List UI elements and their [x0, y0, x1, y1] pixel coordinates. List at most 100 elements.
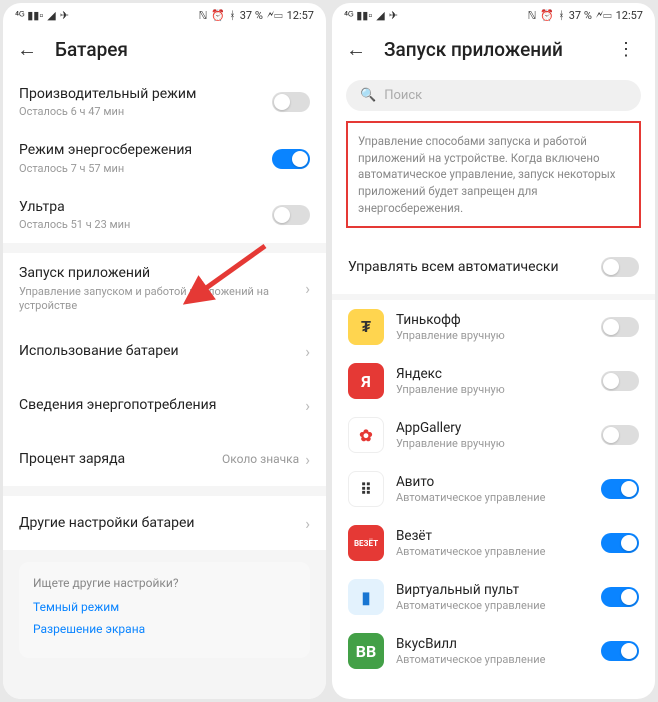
app-sub: Автоматическое управление [396, 653, 601, 666]
app-sub: Автоматическое управление [396, 491, 601, 504]
app-launch-screen: ⁴ᴳ ▮▮▫ ◢ ✈ ℕ ⏰ ᚼ 37 % 🗲▭ 12:57 ← Запуск … [332, 3, 655, 699]
status-left: ⁴ᴳ ▮▮▫ ◢ ✈ [15, 9, 69, 22]
app-icon: Я [348, 363, 384, 399]
chevron-right-icon: › [305, 342, 310, 361]
nfc-icon: ℕ [528, 9, 537, 22]
app-toggle[interactable] [601, 587, 639, 607]
alarm-icon: ⏰ [540, 9, 554, 22]
app-sub: Управление вручную [396, 383, 601, 396]
launch-title: Запуск приложений [19, 264, 299, 282]
description-highlight: Управление способами запуска и работой п… [346, 121, 641, 228]
back-icon[interactable]: ← [17, 37, 37, 62]
percent-value: Около значка [222, 452, 299, 466]
search-input[interactable]: 🔍 Поиск [346, 80, 641, 111]
app-icon: ₮ [348, 309, 384, 345]
ultra-title: Ультра [19, 198, 272, 216]
battery-icon: 🗲▭ [267, 8, 283, 22]
other-row[interactable]: Другие настройки батареи › [3, 496, 326, 550]
perf-toggle[interactable] [272, 92, 310, 112]
content: Производительный режим Осталось 6 ч 47 м… [3, 74, 326, 699]
bluetooth-icon: ᚼ [558, 9, 565, 22]
ultra-toggle[interactable] [272, 205, 310, 225]
signal-icon: ⁴ᴳ ▮▮▫ [344, 9, 372, 22]
perf-sub: Осталось 6 ч 47 мин [19, 105, 272, 119]
app-toggle[interactable] [601, 533, 639, 553]
details-title: Сведения энергопотребления [19, 396, 299, 414]
status-bar: ⁴ᴳ ▮▮▫ ◢ ✈ ℕ ⏰ ᚼ 37 % 🗲▭ 12:57 [3, 3, 326, 27]
info-box: Ищете другие настройки? Темный режим Раз… [19, 562, 310, 658]
app-row[interactable]: ✿ AppGalleryУправление вручную [332, 408, 655, 462]
status-left: ⁴ᴳ ▮▮▫ ◢ ✈ [344, 9, 398, 22]
app-sub: Управление вручную [396, 329, 601, 342]
app-name: Тинькофф [396, 312, 601, 328]
wifi-icon: ◢ [47, 9, 55, 22]
app-icon: ✿ [348, 417, 384, 453]
auto-all-title: Управлять всем автоматически [348, 258, 601, 276]
app-row[interactable]: Я ЯндексУправление вручную [332, 354, 655, 408]
app-row[interactable]: ₮ ТинькоффУправление вручную [332, 300, 655, 354]
nfc-icon: ℕ [199, 9, 208, 22]
app-icon: ВВ [348, 633, 384, 669]
app-launch-row[interactable]: Запуск приложений Управление запуском и … [3, 253, 326, 324]
clock: 12:57 [616, 9, 643, 22]
info-question: Ищете другие настройки? [33, 576, 296, 590]
app-toggle[interactable] [601, 317, 639, 337]
app-row[interactable]: ВВ ВкусВиллАвтоматическое управление [332, 624, 655, 678]
status-right: ℕ ⏰ ᚼ 37 % 🗲▭ 12:57 [528, 8, 643, 22]
launch-sub: Управление запуском и работой приложений… [19, 285, 299, 314]
back-icon[interactable]: ← [346, 37, 366, 62]
chevron-right-icon: › [305, 279, 310, 298]
app-toggle[interactable] [601, 371, 639, 391]
auto-all-row[interactable]: Управлять всем автоматически [332, 240, 655, 294]
app-row[interactable]: ▮ Виртуальный пультАвтоматическое управле… [332, 570, 655, 624]
app-icon: ▮ [348, 579, 384, 615]
percent-row[interactable]: Процент заряда Около значка › [3, 432, 326, 486]
save-title: Режим энергосбережения [19, 141, 272, 159]
app-toggle[interactable] [601, 641, 639, 661]
app-sub: Автоматическое управление [396, 599, 601, 612]
perf-mode-row[interactable]: Производительный режим Осталось 6 ч 47 м… [3, 74, 326, 130]
header: ← Батарея [3, 27, 326, 74]
app-toggle[interactable] [601, 479, 639, 499]
app-name: AppGallery [396, 420, 601, 436]
app-row[interactable]: ⠿АвитоАвтоматическое управление [332, 462, 655, 516]
dark-mode-link[interactable]: Темный режим [33, 600, 296, 614]
auto-all-toggle[interactable] [601, 257, 639, 277]
status-bar: ⁴ᴳ ▮▮▫ ◢ ✈ ℕ ⏰ ᚼ 37 % 🗲▭ 12:57 [332, 3, 655, 27]
search-icon: 🔍 [360, 88, 376, 103]
app-row[interactable]: ВЕЗЁТВезётАвтоматическое управление [332, 516, 655, 570]
header: ← Запуск приложений ⋮ [332, 27, 655, 74]
telegram-icon: ✈ [389, 9, 398, 22]
app-name: ВкусВилл [396, 636, 601, 652]
signal-icon: ⁴ᴳ ▮▮▫ [15, 9, 43, 22]
battery-screen: ⁴ᴳ ▮▮▫ ◢ ✈ ℕ ⏰ ᚼ 37 % 🗲▭ 12:57 ← Батарея… [3, 3, 326, 699]
chevron-right-icon: › [305, 450, 310, 469]
alarm-icon: ⏰ [211, 9, 225, 22]
details-row[interactable]: Сведения энергопотребления › [3, 378, 326, 432]
save-toggle[interactable] [272, 149, 310, 169]
app-sub: Управление вручную [396, 437, 601, 450]
app-name: Виртуальный пульт [396, 582, 601, 598]
usage-row[interactable]: Использование батареи › [3, 324, 326, 378]
ultra-row[interactable]: Ультра Осталось 51 ч 23 мин [3, 187, 326, 243]
resolution-link[interactable]: Разрешение экрана [33, 622, 296, 636]
search-placeholder: Поиск [384, 88, 422, 103]
perf-title: Производительный режим [19, 85, 272, 103]
app-icon: ВЕЗЁТ [348, 525, 384, 561]
wifi-icon: ◢ [376, 9, 384, 22]
save-mode-row[interactable]: Режим энергосбережения Осталось 7 ч 57 м… [3, 130, 326, 186]
app-name: Везёт [396, 528, 601, 544]
percent-title: Процент заряда [19, 450, 222, 468]
battery-percent: 37 % [240, 9, 263, 22]
usage-title: Использование батареи [19, 342, 299, 360]
battery-icon: 🗲▭ [596, 8, 612, 22]
clock: 12:57 [287, 9, 314, 22]
battery-percent: 37 % [569, 9, 592, 22]
app-list: ₮ТинькоффУправление вручнуюЯЯндексУправл… [332, 300, 655, 678]
app-name: Яндекс [396, 366, 601, 382]
status-right: ℕ ⏰ ᚼ 37 % 🗲▭ 12:57 [199, 8, 314, 22]
app-toggle[interactable] [601, 425, 639, 445]
chevron-right-icon: › [305, 396, 310, 415]
app-icon: ⠿ [348, 471, 384, 507]
more-icon[interactable]: ⋮ [611, 39, 641, 60]
